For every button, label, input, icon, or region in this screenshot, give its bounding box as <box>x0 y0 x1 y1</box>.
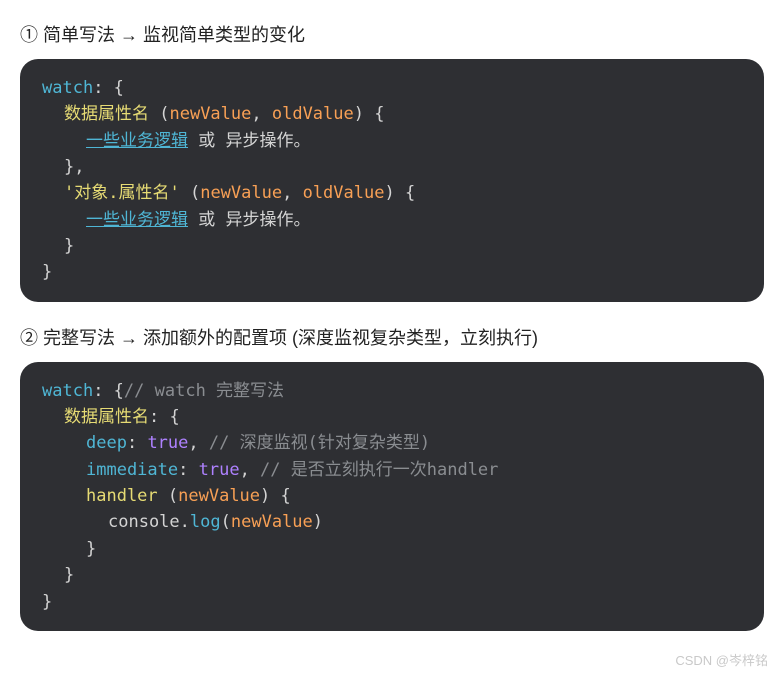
comment: // watch 完整写法 <box>124 381 284 401</box>
punct: } <box>42 592 52 612</box>
punct: ( <box>158 486 178 506</box>
code-line: } <box>42 536 742 562</box>
punct: . <box>180 512 190 532</box>
logic-async: 异步操作 <box>225 210 293 230</box>
punct: : <box>93 78 113 98</box>
watermark: CSDN @岑梓铭 <box>675 650 768 669</box>
punct: , <box>240 460 250 480</box>
code-line: immediate: true, // 是否立刻执行一次handler <box>42 457 742 483</box>
punct: : <box>178 460 198 480</box>
code-line: 一些业务逻辑 或 异步操作。 <box>42 128 742 154</box>
code-block-2: watch: {// watch 完整写法 数据属性名: { deep: tru… <box>20 362 764 631</box>
punct: ( <box>180 183 200 203</box>
logic-text: 一些业务逻辑 <box>86 131 188 151</box>
property-name: 数据属性名 <box>64 407 149 427</box>
value-true: true <box>147 433 188 453</box>
code-line: } <box>42 562 742 588</box>
punct: } <box>86 539 96 559</box>
punct: ) <box>313 512 323 532</box>
code-block-1: watch: { 数据属性名 (newValue, oldValue) { 一些… <box>20 59 764 302</box>
comment: // 是否立刻执行一次handler <box>250 460 499 480</box>
param: newValue <box>231 512 313 532</box>
code-line: handler (newValue) { <box>42 483 742 509</box>
punct: { <box>114 381 124 401</box>
period: 。 <box>293 210 310 230</box>
property-name-quoted: '对象.属性名' <box>64 183 180 203</box>
param: newValue <box>169 104 251 124</box>
option-immediate: immediate <box>86 460 178 480</box>
code-line: 一些业务逻辑 或 异步操作。 <box>42 207 742 233</box>
code-line: } <box>42 233 742 259</box>
console-obj: console <box>108 512 180 532</box>
punct: ) { <box>384 183 415 203</box>
punct: }, <box>64 157 84 177</box>
punct: : <box>93 381 113 401</box>
code-line: console.log(newValue) <box>42 509 742 535</box>
keyword-watch: watch <box>42 381 93 401</box>
punct: } <box>64 236 74 256</box>
punct: , <box>282 183 302 203</box>
logic-async: 异步操作 <box>225 131 293 151</box>
param: oldValue <box>272 104 354 124</box>
code-line: '对象.属性名' (newValue, oldValue) { <box>42 180 742 206</box>
punct: ( <box>149 104 169 124</box>
keyword-watch: watch <box>42 78 93 98</box>
punct: } <box>64 565 74 585</box>
section2-title: ② 完整写法 → 添加额外的配置项 (深度监视复杂类型，立刻执行) <box>20 324 764 350</box>
param: newValue <box>200 183 282 203</box>
punct: ( <box>221 512 231 532</box>
comment: // 深度监视(针对复杂类型) <box>199 433 430 453</box>
param: newValue <box>178 486 260 506</box>
code-line: watch: { <box>42 75 742 101</box>
property-name: 数据属性名 <box>64 104 149 124</box>
punct: { <box>114 78 124 98</box>
option-deep: deep <box>86 433 127 453</box>
code-line: 数据属性名: { <box>42 404 742 430</box>
code-line: } <box>42 259 742 285</box>
punct: } <box>42 262 52 282</box>
code-line: watch: {// watch 完整写法 <box>42 378 742 404</box>
logic-mid: 或 <box>188 131 225 151</box>
value-true: true <box>199 460 240 480</box>
punct: ) { <box>260 486 291 506</box>
period: 。 <box>293 131 310 151</box>
code-line: }, <box>42 154 742 180</box>
handler-name: handler <box>86 486 158 506</box>
punct: , <box>188 433 198 453</box>
code-line: deep: true, // 深度监视(针对复杂类型) <box>42 430 742 456</box>
log-method: log <box>190 512 221 532</box>
code-line: 数据属性名 (newValue, oldValue) { <box>42 101 742 127</box>
param: oldValue <box>303 183 385 203</box>
punct: , <box>251 104 271 124</box>
code-line: } <box>42 589 742 615</box>
punct: : <box>127 433 147 453</box>
punct: : { <box>149 407 180 427</box>
section1-title: ① 简单写法 → 监视简单类型的变化 <box>20 21 764 47</box>
logic-text: 一些业务逻辑 <box>86 210 188 230</box>
punct: ) { <box>354 104 385 124</box>
logic-mid: 或 <box>188 210 225 230</box>
